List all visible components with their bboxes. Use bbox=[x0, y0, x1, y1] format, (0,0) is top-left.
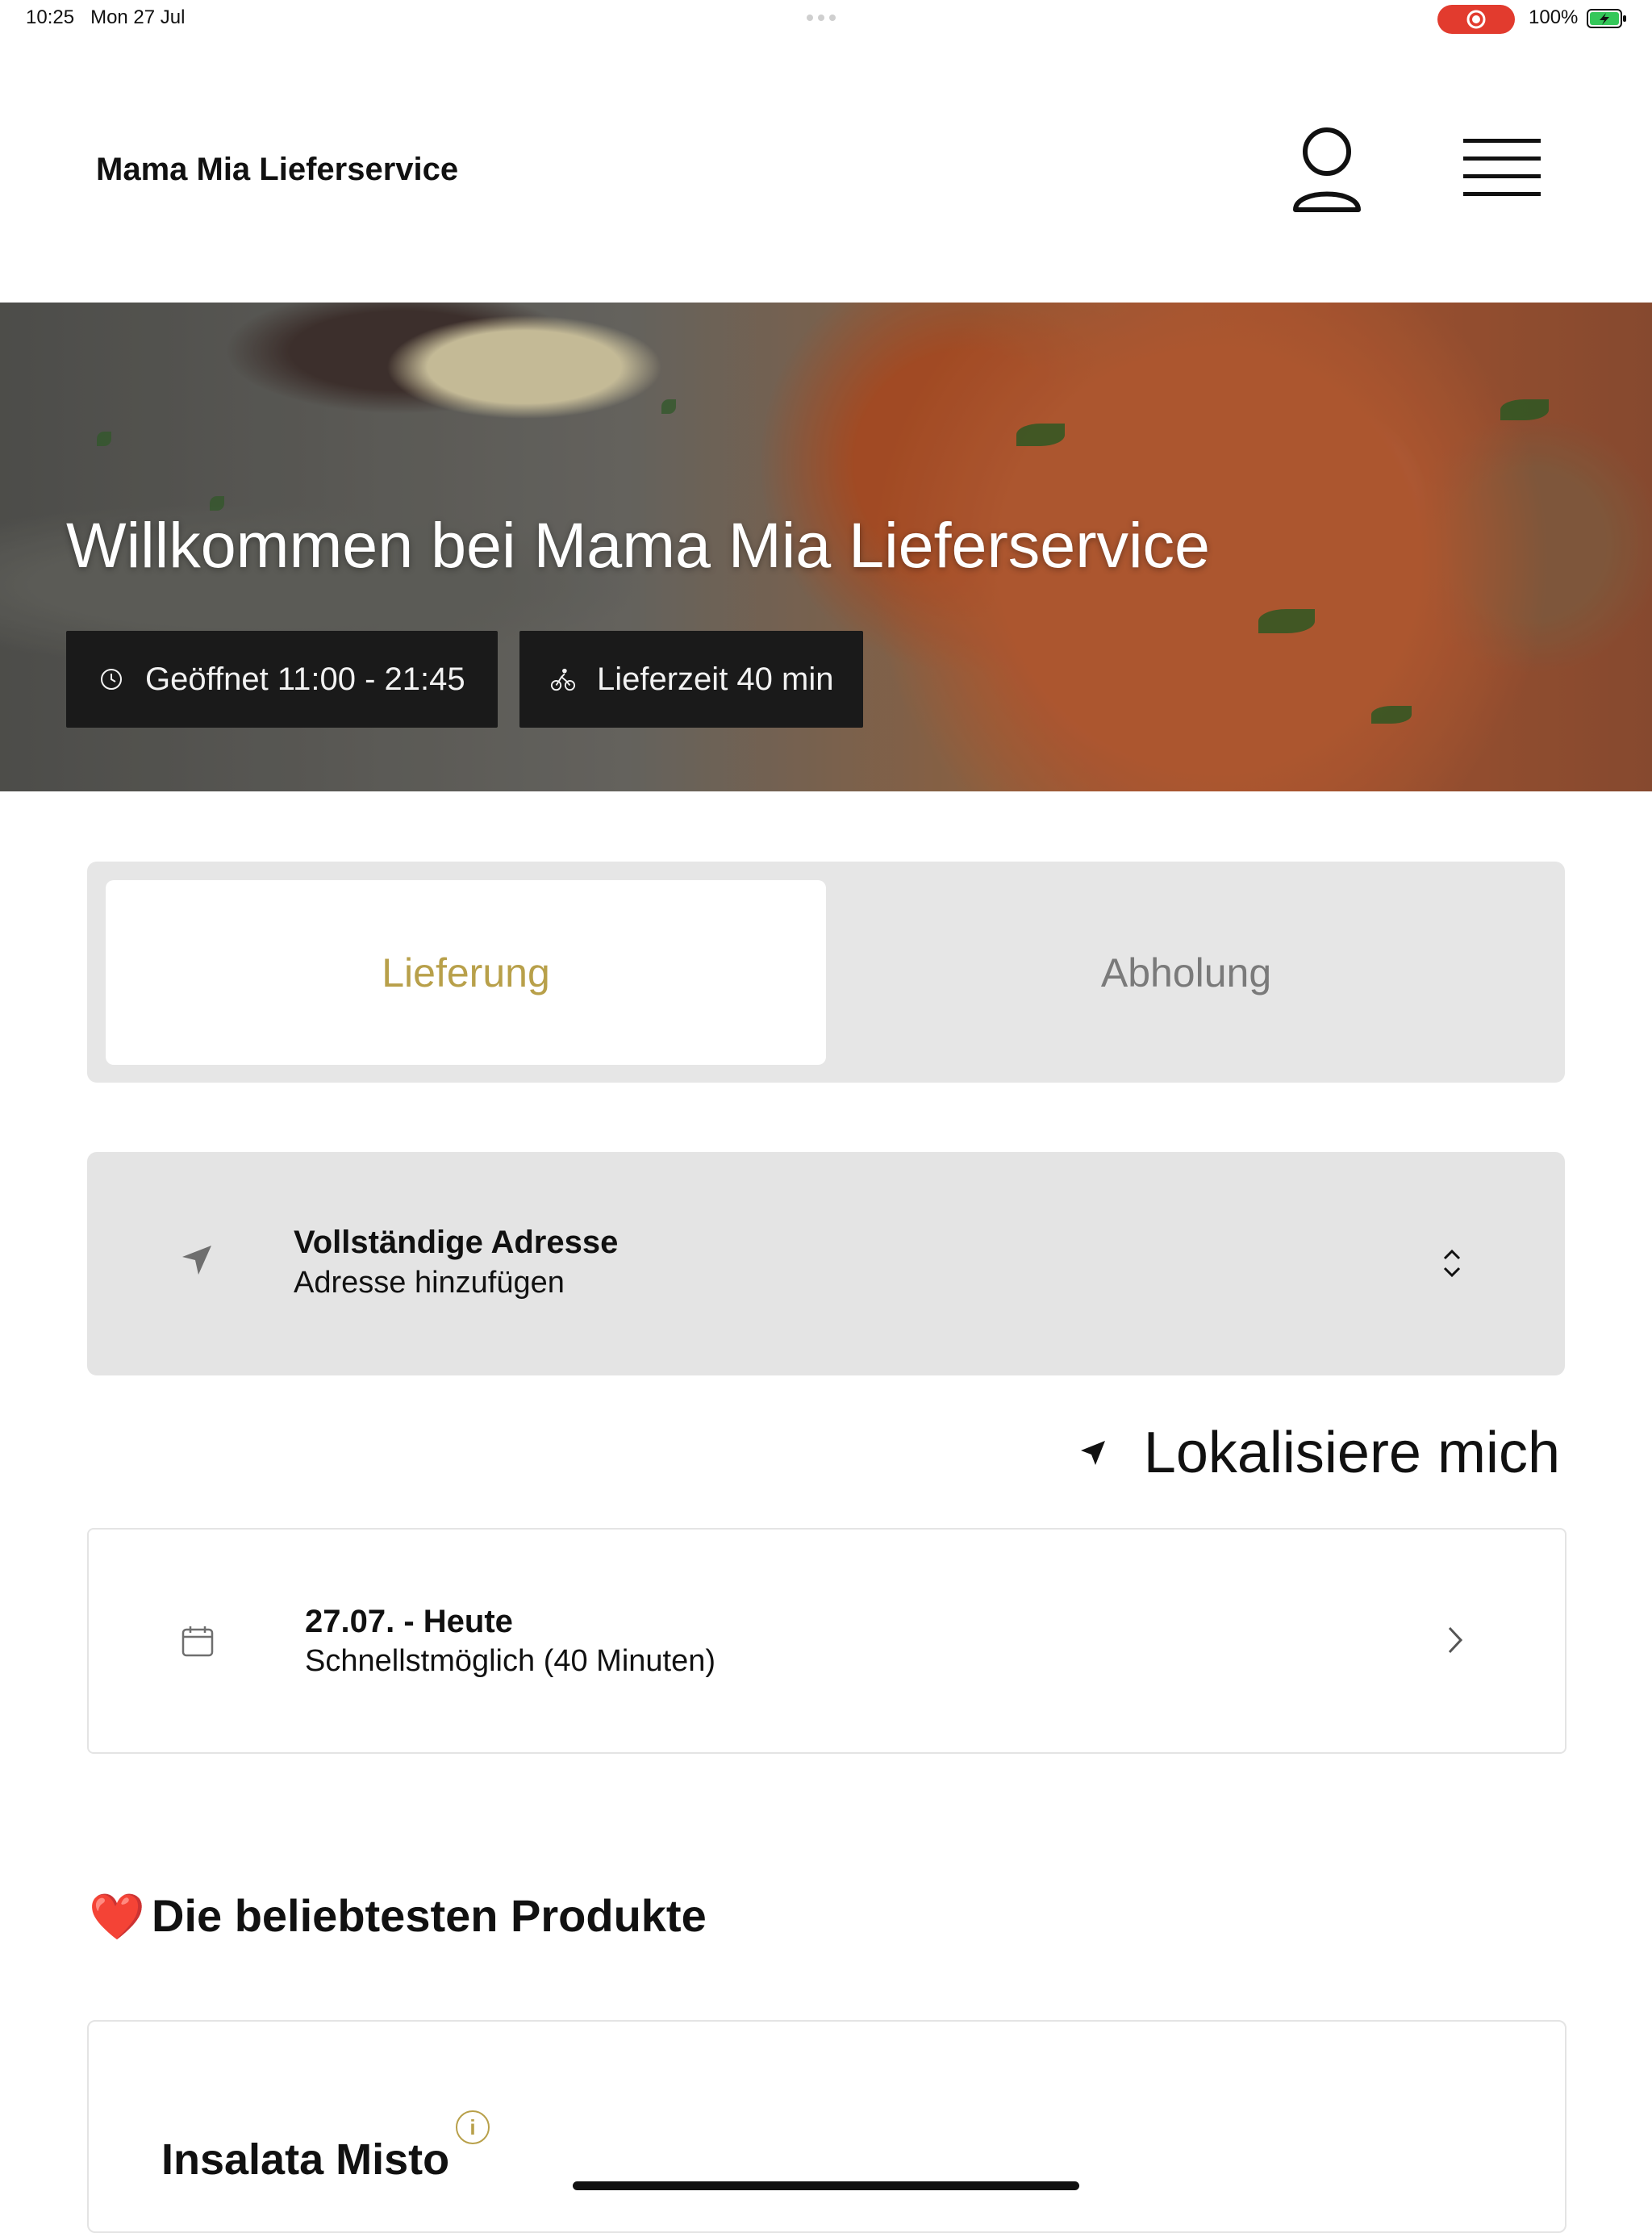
battery-percent: 100% bbox=[1529, 6, 1579, 28]
screen-recording-indicator[interactable] bbox=[1437, 5, 1515, 34]
record-icon bbox=[1466, 10, 1486, 29]
locate-me-label: Lokalisiere mich bbox=[1143, 1421, 1560, 1485]
bicycle-courier-icon bbox=[550, 668, 576, 691]
info-icon[interactable]: i bbox=[456, 2110, 490, 2144]
chevron-up-down-icon bbox=[1443, 1249, 1461, 1278]
clock-icon bbox=[101, 669, 122, 690]
tab-pickup[interactable]: Abholung bbox=[826, 880, 1546, 1065]
tab-delivery[interactable]: Lieferung bbox=[106, 880, 826, 1065]
delivery-date-title: 27.07. - Heute bbox=[305, 1604, 513, 1639]
delivery-date-subtitle: Schnellstmöglich (40 Minuten) bbox=[305, 1644, 716, 1678]
address-selector[interactable]: Vollständige Adresse Adresse hinzufügen bbox=[87, 1152, 1565, 1375]
address-subtitle: Adresse hinzufügen bbox=[294, 1266, 565, 1300]
opening-hours-chip: Geöffnet 11:00 - 21:45 bbox=[66, 631, 498, 728]
location-arrow-icon bbox=[182, 1246, 211, 1275]
hero-title: Willkommen bei Mama Mia Lieferservice bbox=[66, 509, 1210, 581]
delivery-time-chip: Lieferzeit 40 min bbox=[519, 631, 863, 728]
home-indicator[interactable] bbox=[573, 2181, 1079, 2190]
chevron-right-icon bbox=[1448, 1626, 1463, 1654]
brand-title: Mama Mia Lieferservice bbox=[96, 152, 459, 187]
product-name: Insalata Misto bbox=[161, 2135, 450, 2184]
opening-hours-label: Geöffnet 11:00 - 21:45 bbox=[145, 661, 465, 697]
hero-banner: Willkommen bei Mama Mia Lieferservice Ge… bbox=[0, 303, 1652, 791]
section-title-popular: Die beliebtesten Produkte bbox=[152, 1890, 707, 1941]
person-icon[interactable] bbox=[1289, 126, 1365, 216]
delivery-time-selector[interactable]: 27.07. - Heute Schnellstmöglich (40 Minu… bbox=[87, 1528, 1566, 1754]
calendar-icon bbox=[181, 1626, 214, 1657]
hamburger-menu-icon[interactable] bbox=[1462, 134, 1542, 207]
location-arrow-icon bbox=[1080, 1441, 1105, 1465]
delivery-time-label: Lieferzeit 40 min bbox=[597, 661, 834, 697]
locate-me-button[interactable]: Lokalisiere mich bbox=[1079, 1420, 1560, 1486]
product-card[interactable]: Insalata Misto i bbox=[87, 2020, 1566, 2233]
battery-charging-icon bbox=[1587, 9, 1626, 28]
heart-icon: ❤️ bbox=[89, 1891, 145, 1942]
status-time: 10:25 Mon 27 Jul bbox=[26, 6, 186, 28]
multitasking-dots-icon[interactable] bbox=[807, 15, 845, 21]
address-title: Vollständige Adresse bbox=[294, 1225, 619, 1260]
